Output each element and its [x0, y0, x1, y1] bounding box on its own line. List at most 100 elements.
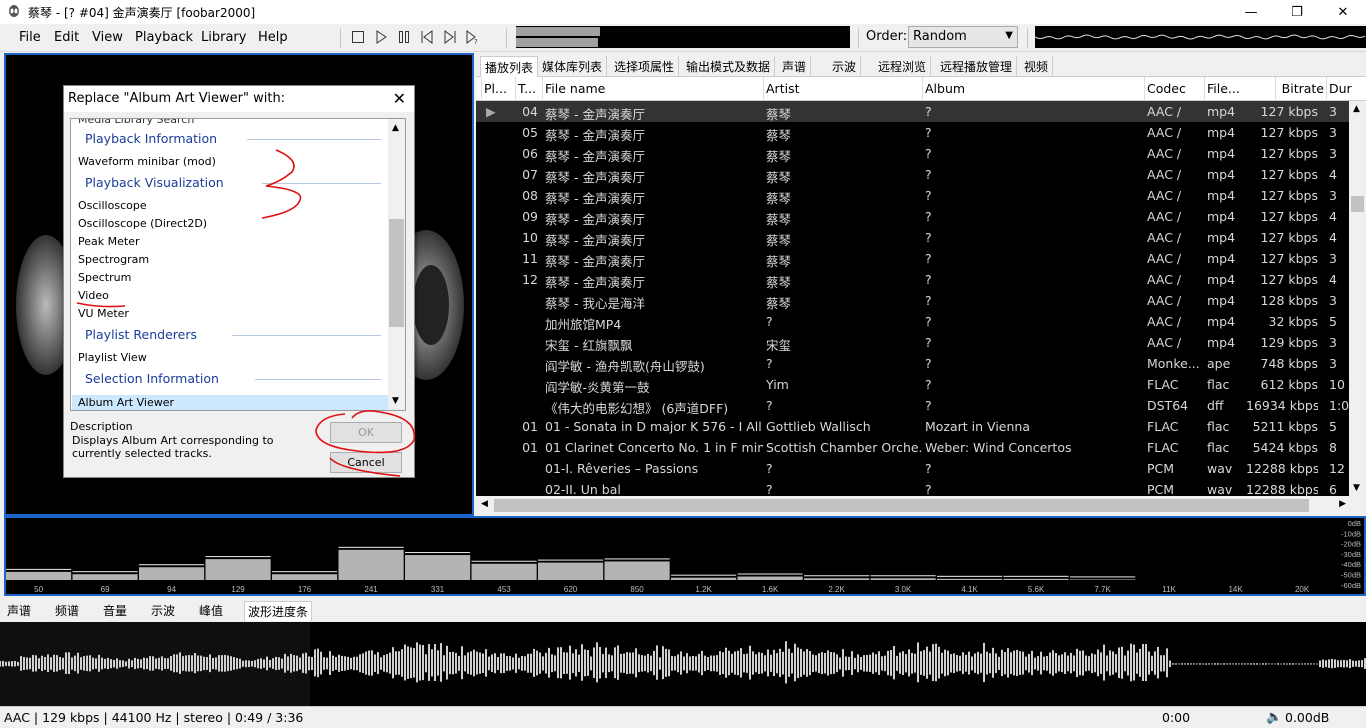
chevron-down-icon[interactable]: ▼ — [1353, 483, 1360, 493]
spectrum-bar — [737, 576, 803, 580]
tab-playlist-6[interactable]: 远程浏览 — [874, 56, 932, 77]
list-item[interactable]: Media Library Search — [78, 119, 194, 126]
tab-playlist-2[interactable]: 选择项属性 — [610, 56, 680, 77]
column-divider — [542, 77, 543, 101]
playlist-row[interactable]: ▶ 04 蔡琴 - 金声演奏厅 蔡琴? AAC / mp4 127 kbps 3 — [476, 101, 1366, 122]
playlist-row[interactable]: 01 01 Clarinet Concerto No. 1 in F min...… — [476, 437, 1366, 458]
list-item[interactable]: Oscilloscope (Direct2D) — [78, 217, 207, 230]
playlist-row[interactable]: 12 蔡琴 - 金声演奏厅 蔡琴? AAC / mp4 127 kbps 4 — [476, 269, 1366, 290]
random-icon[interactable]: ? — [465, 29, 481, 45]
playlist-row[interactable]: 07 蔡琴 - 金声演奏厅 蔡琴? AAC / mp4 127 kbps 4 — [476, 164, 1366, 185]
list-item[interactable]: Peak Meter — [78, 235, 139, 248]
playlist-vscrollbar[interactable]: ▲ ▼ — [1349, 101, 1366, 496]
ok-button[interactable]: OK — [330, 422, 402, 443]
tab-playlist-5[interactable]: 示波 — [828, 56, 862, 77]
cancel-button[interactable]: Cancel — [330, 452, 402, 473]
cell-bitrate: 12288 kbps — [1246, 461, 1318, 476]
spectrum-visualizer[interactable]: 50 69 94 129 176 241 331 453 620 850 1.2K 1.6K 2.2K 3… — [4, 516, 1366, 596]
column-header[interactable]: Dur — [1329, 81, 1366, 96]
tab-vis-4[interactable]: 峰值 — [196, 601, 226, 621]
column-header[interactable]: Album — [925, 81, 1145, 96]
list-item[interactable]: Spectrogram — [78, 253, 149, 266]
scrollbar-thumb[interactable] — [389, 219, 404, 327]
playlist-row[interactable]: 01-I. Rêveries – Passions?? PCM wav 12288 k… — [476, 458, 1366, 479]
playlist-row[interactable]: 09 蔡琴 - 金声演奏厅 蔡琴? AAC / mp4 127 kbps 4 — [476, 206, 1366, 227]
column-header[interactable]: File name — [545, 81, 763, 96]
chevron-right-icon[interactable]: ▶ — [1339, 499, 1346, 509]
tab-playlist-0[interactable]: 播放列表 — [480, 56, 539, 77]
restore-button[interactable]: ❐ — [1274, 0, 1320, 24]
scrollbar-thumb[interactable] — [1351, 196, 1364, 212]
column-header[interactable]: T... — [518, 81, 542, 96]
tab-vis-5[interactable]: 波形进度条 — [244, 601, 313, 621]
tab-vis-3[interactable]: 示波 — [148, 601, 178, 621]
play-icon[interactable] — [373, 29, 389, 45]
list-item[interactable]: Oscilloscope — [78, 199, 147, 212]
playlist-row[interactable]: 06 蔡琴 - 金声演奏厅 蔡琴? AAC / mp4 127 kbps 3 — [476, 143, 1366, 164]
playlist-view[interactable]: Pl... T... File name Artist Album Codec File..… — [476, 77, 1366, 497]
column-header[interactable]: Codec — [1147, 81, 1203, 96]
playlist-row[interactable]: 08 蔡琴 - 金声演奏厅 蔡琴? AAC / mp4 127 kbps 3 — [476, 185, 1366, 206]
playlist-row[interactable]: 加州旅馆MP4?? AAC / mp4 32 kbps 5 — [476, 311, 1366, 332]
volume-bar[interactable] — [516, 26, 850, 48]
previous-icon[interactable] — [419, 29, 435, 45]
playlist-row[interactable]: 宋玺 - 红旗飘飘 宋玺? AAC / mp4 129 kbps 3 — [476, 332, 1366, 353]
pause-icon[interactable] — [396, 29, 412, 45]
tab-vis-2[interactable]: 音量 — [100, 601, 130, 621]
tab-vis-0[interactable]: 声谱 — [4, 601, 34, 621]
menu-playback[interactable]: Playback — [135, 30, 193, 45]
menu-view[interactable]: View — [92, 30, 123, 45]
chevron-down-icon[interactable]: ▼ — [392, 396, 399, 406]
order-dropdown[interactable]: Random ▼ — [908, 26, 1018, 48]
spectrum-peak — [205, 556, 271, 558]
column-header[interactable]: Bitrate — [1278, 81, 1324, 96]
cell-codec: AAC / — [1147, 230, 1182, 245]
close-window-button[interactable]: ✕ — [1320, 0, 1366, 24]
menu-library[interactable]: Library — [201, 30, 246, 45]
spectrum-bar — [471, 563, 537, 580]
playlist-row[interactable]: 10 蔡琴 - 金声演奏厅 蔡琴? AAC / mp4 127 kbps 4 — [476, 227, 1366, 248]
chevron-up-icon[interactable]: ▲ — [392, 123, 399, 133]
column-header[interactable]: Artist — [766, 81, 922, 96]
playlist-row[interactable]: 阎学敏 - 渔舟凯歌(舟山锣鼓)?? Monke... ape 748 kbps 3 — [476, 353, 1366, 374]
list-item[interactable]: Spectrum — [78, 271, 131, 284]
chevron-up-icon[interactable]: ▲ — [1353, 104, 1360, 114]
cell-artist: Yim — [766, 377, 789, 392]
close-icon[interactable]: ✕ — [393, 89, 406, 108]
playlist-row[interactable]: 《伟大的电影幻想》 (6声道DFF)?? DST64 dff 16934 kbps 1:… — [476, 395, 1366, 416]
tab-playlist-3[interactable]: 输出模式及数据 — [682, 56, 776, 77]
playlist-row[interactable]: 蔡琴 - 我心是海洋 蔡琴? AAC / mp4 128 kbps 3 — [476, 290, 1366, 311]
column-header[interactable]: File... — [1207, 81, 1267, 96]
tab-playlist-4[interactable]: 声谱 — [778, 56, 812, 77]
playlist-row[interactable]: 05 蔡琴 - 金声演奏厅 蔡琴? AAC / mp4 127 kbps 3 — [476, 122, 1366, 143]
status-volume[interactable]: 0.00dB — [1285, 710, 1329, 725]
column-header[interactable]: Pl... — [484, 81, 514, 96]
list-scrollbar[interactable]: ▲ ▼ — [388, 119, 405, 410]
playlist-hscrollbar[interactable]: ◀ ▶ — [476, 496, 1366, 515]
stop-icon[interactable] — [350, 29, 366, 45]
playlist-row[interactable]: 11 蔡琴 - 金声演奏厅 蔡琴? AAC / mp4 127 kbps 3 — [476, 248, 1366, 269]
menu-file[interactable]: File — [19, 30, 41, 45]
list-item[interactable]: Waveform minibar (mod) — [78, 155, 216, 168]
next-icon[interactable] — [442, 29, 458, 45]
list-item[interactable]: Playlist View — [78, 351, 147, 364]
tab-vis-1[interactable]: 频谱 — [52, 601, 82, 621]
list-item[interactable]: Album Art Viewer — [72, 395, 389, 410]
speaker-icon[interactable]: 🔈 — [1266, 710, 1282, 725]
tab-playlist-7[interactable]: 远程播放管理 — [936, 56, 1018, 77]
column-divider — [1326, 77, 1327, 101]
scrollbar-thumb[interactable] — [494, 499, 1309, 512]
menu-help[interactable]: Help — [258, 30, 288, 45]
element-list[interactable]: Media Library Search Playback Informatio… — [70, 118, 406, 411]
chevron-left-icon[interactable]: ◀ — [481, 499, 488, 509]
list-item[interactable]: Video — [78, 289, 109, 302]
minimize-button[interactable]: — — [1228, 0, 1274, 24]
menu-edit[interactable]: Edit — [54, 30, 79, 45]
playlist-row[interactable]: 阎学敏-炎黄第一鼓 Yim? FLAC flac 612 kbps 10 — [476, 374, 1366, 395]
list-item[interactable]: VU Meter — [78, 307, 129, 320]
cell-album: ? — [925, 188, 932, 203]
playlist-row[interactable]: 01 01 - Sonata in D major K 576 - I All..… — [476, 416, 1366, 437]
waveform-seekbar[interactable] — [0, 622, 1366, 706]
tab-playlist-8[interactable]: 视频 — [1020, 56, 1054, 77]
tab-playlist-1[interactable]: 媒体库列表 — [538, 56, 608, 77]
